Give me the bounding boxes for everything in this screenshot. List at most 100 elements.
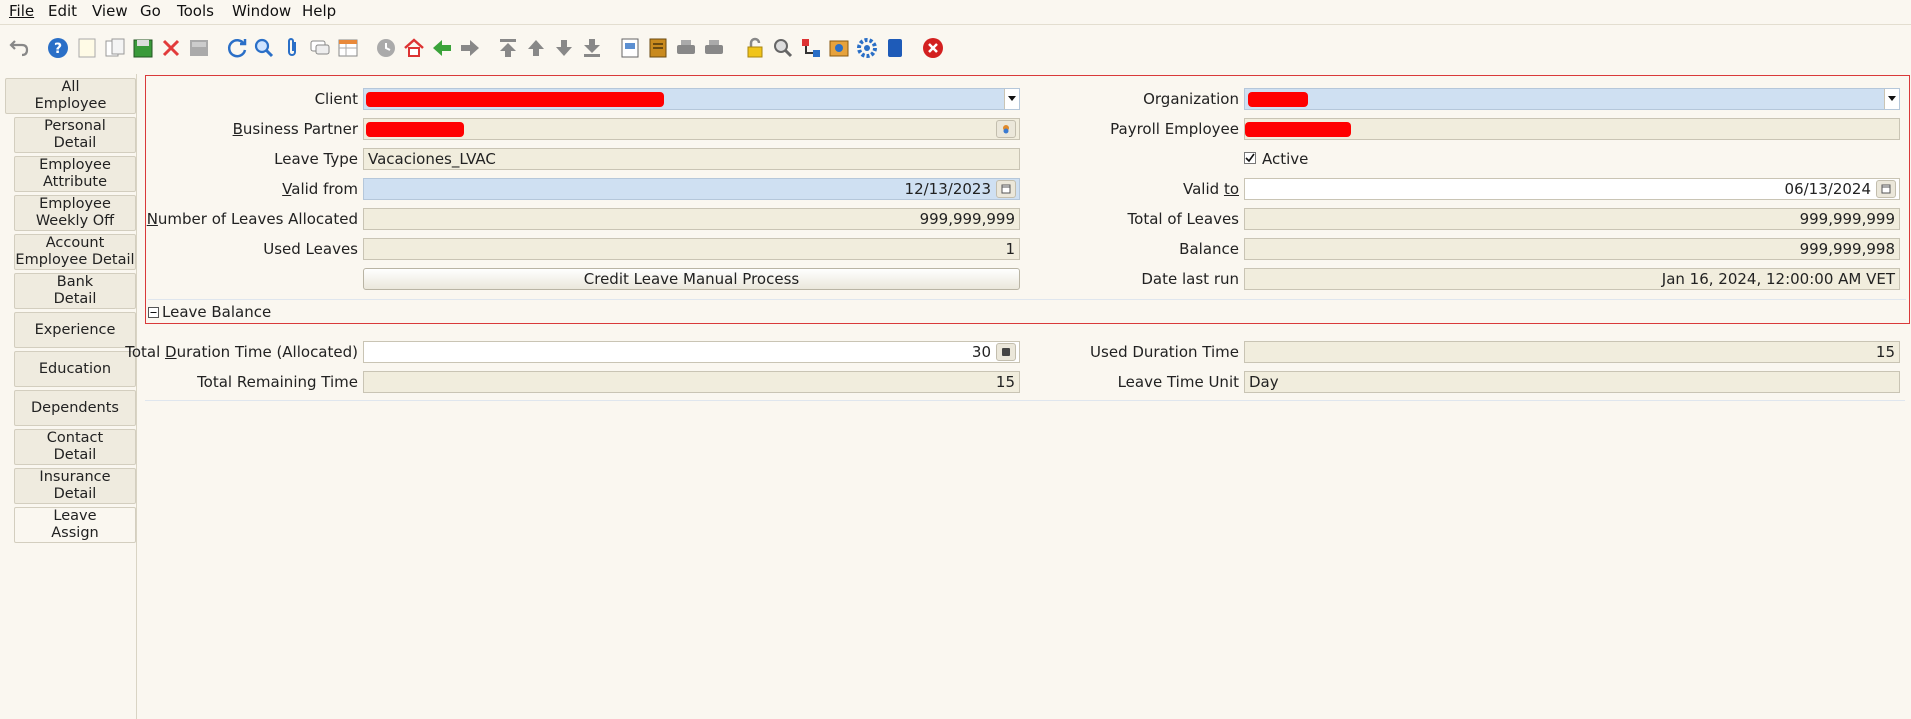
back-icon[interactable] bbox=[429, 35, 455, 61]
mnemonic: to bbox=[1223, 180, 1239, 198]
menu-file-label: File bbox=[9, 2, 35, 20]
grid-toggle-icon[interactable] bbox=[186, 35, 212, 61]
balance-label: Balance bbox=[1179, 240, 1239, 258]
organization-dropdown[interactable] bbox=[1884, 89, 1899, 109]
balance-field: 999,999,998 bbox=[1244, 238, 1900, 260]
total-remaining-field: 15 bbox=[363, 371, 1020, 393]
business-partner-search-icon[interactable] bbox=[996, 120, 1016, 138]
mnemonic: N bbox=[146, 210, 158, 228]
product-info-icon[interactable] bbox=[826, 35, 852, 61]
tab-dependents[interactable]: Dependents bbox=[14, 390, 136, 426]
label-text: usiness Partner bbox=[242, 120, 358, 138]
help-icon[interactable]: ? bbox=[45, 35, 71, 61]
tab-label: Contact Detail bbox=[46, 430, 104, 463]
tab-label: Account Employee Detail bbox=[15, 235, 135, 268]
copy-record-icon[interactable] bbox=[102, 35, 128, 61]
tab-all-employee[interactable]: All Employee bbox=[5, 78, 136, 114]
redacted-value bbox=[1245, 122, 1351, 137]
client-field[interactable] bbox=[363, 88, 1020, 110]
print-preview-icon[interactable] bbox=[673, 35, 699, 61]
tab-employee-attribute[interactable]: Employee Attribute bbox=[14, 156, 136, 192]
attachment-icon[interactable] bbox=[279, 35, 305, 61]
tab-bank-detail[interactable]: Bank Detail bbox=[14, 273, 136, 309]
menu-edit[interactable]: Edit bbox=[48, 2, 77, 20]
multi-view-icon[interactable] bbox=[335, 35, 361, 61]
tab-label: Experience bbox=[34, 321, 116, 338]
leave-time-unit-label: Leave Time Unit bbox=[1117, 373, 1239, 391]
menu-go[interactable]: Go bbox=[140, 2, 161, 20]
tab-contact-detail[interactable]: Contact Detail bbox=[14, 429, 136, 465]
home-icon[interactable] bbox=[401, 35, 427, 61]
label-text: uration Time (Allocated) bbox=[176, 343, 358, 361]
calculator-icon[interactable] bbox=[996, 343, 1016, 361]
menu-help[interactable]: Help bbox=[302, 2, 336, 20]
report-icon[interactable] bbox=[617, 35, 643, 61]
zoom-across-icon[interactable] bbox=[770, 35, 796, 61]
valid-from-label: Valid from bbox=[282, 179, 358, 199]
print-icon[interactable] bbox=[701, 35, 727, 61]
total-duration-label: Total Duration Time (Allocated) bbox=[125, 342, 358, 362]
tab-leave-assign[interactable]: Leave Assign bbox=[14, 507, 136, 543]
organization-label: Organization bbox=[1143, 90, 1239, 108]
tab-panel: All Employee Personal Detail Employee Attr… bbox=[0, 74, 137, 719]
history-icon[interactable] bbox=[373, 35, 399, 61]
lock-icon[interactable] bbox=[742, 35, 768, 61]
used-duration-field: 15 bbox=[1244, 341, 1900, 363]
save-icon[interactable] bbox=[130, 35, 156, 61]
undo-icon[interactable] bbox=[7, 35, 33, 61]
valid-to-field[interactable]: 06/13/2024 bbox=[1244, 178, 1900, 200]
leaves-allocated-field[interactable]: 999,999,999 bbox=[363, 208, 1020, 230]
total-duration-field[interactable]: 30 bbox=[363, 341, 1020, 363]
forward-icon[interactable] bbox=[457, 35, 483, 61]
redacted-value bbox=[366, 122, 464, 137]
menu-file[interactable]: File bbox=[9, 2, 34, 20]
client-dropdown[interactable] bbox=[1004, 89, 1019, 109]
label-text: Total bbox=[125, 343, 166, 361]
tab-account-employee-detail[interactable]: Account Employee Detail bbox=[14, 234, 136, 270]
used-leaves-field: 1 bbox=[363, 238, 1020, 260]
menu-tools[interactable]: Tools bbox=[177, 2, 214, 20]
chat-icon[interactable] bbox=[307, 35, 333, 61]
new-record-icon[interactable] bbox=[74, 35, 100, 61]
label-text: umber of Leaves Allocated bbox=[157, 210, 358, 228]
next-record-icon[interactable] bbox=[551, 35, 577, 61]
payroll-employee-field[interactable] bbox=[1244, 118, 1900, 140]
active-checkbox[interactable] bbox=[1244, 152, 1256, 164]
tab-insurance-detail[interactable]: Insurance Detail bbox=[14, 468, 136, 504]
tab-label: Employee Attribute bbox=[39, 157, 111, 190]
tab-label: Bank Detail bbox=[53, 274, 97, 307]
find-icon[interactable] bbox=[251, 35, 277, 61]
end-window-icon[interactable] bbox=[882, 35, 908, 61]
menu-view[interactable]: View bbox=[92, 2, 128, 20]
refresh-icon[interactable] bbox=[224, 35, 250, 61]
tab-education[interactable]: Education bbox=[14, 351, 136, 387]
workflow-icon[interactable] bbox=[798, 35, 824, 61]
previous-record-icon[interactable] bbox=[523, 35, 549, 61]
total-remaining-label: Total Remaining Time bbox=[197, 373, 358, 391]
credit-leave-manual-process-button[interactable]: Credit Leave Manual Process bbox=[363, 268, 1020, 290]
tab-experience[interactable]: Experience bbox=[14, 312, 136, 348]
tab-employee-weekly-off[interactable]: Employee Weekly Off bbox=[14, 195, 136, 231]
total-leaves-field: 999,999,999 bbox=[1244, 208, 1900, 230]
process-icon[interactable] bbox=[854, 35, 880, 61]
tab-label: Education bbox=[38, 360, 112, 377]
tab-personal-detail[interactable]: Personal Detail bbox=[14, 117, 136, 153]
business-partner-label: Business Partner bbox=[233, 119, 358, 139]
tab-label: Personal Detail bbox=[44, 118, 106, 151]
delete-icon[interactable] bbox=[158, 35, 184, 61]
leave-type-field[interactable]: Vacaciones_LVAC bbox=[363, 148, 1020, 170]
last-record-icon[interactable] bbox=[579, 35, 605, 61]
total-duration-value: 30 bbox=[971, 343, 991, 361]
valid-from-field[interactable]: 12/13/2023 bbox=[363, 178, 1020, 200]
first-record-icon[interactable] bbox=[495, 35, 521, 61]
payroll-employee-label: Payroll Employee bbox=[1110, 120, 1239, 138]
organization-field[interactable] bbox=[1244, 88, 1900, 110]
close-window-icon[interactable] bbox=[920, 35, 946, 61]
archive-icon[interactable] bbox=[645, 35, 671, 61]
business-partner-field[interactable] bbox=[363, 118, 1020, 140]
collapse-icon[interactable] bbox=[148, 304, 160, 318]
calendar-icon[interactable] bbox=[996, 180, 1016, 198]
leave-balance-section-title[interactable]: Leave Balance bbox=[162, 302, 271, 322]
menu-window[interactable]: Window bbox=[232, 2, 291, 20]
calendar-icon[interactable] bbox=[1876, 180, 1896, 198]
